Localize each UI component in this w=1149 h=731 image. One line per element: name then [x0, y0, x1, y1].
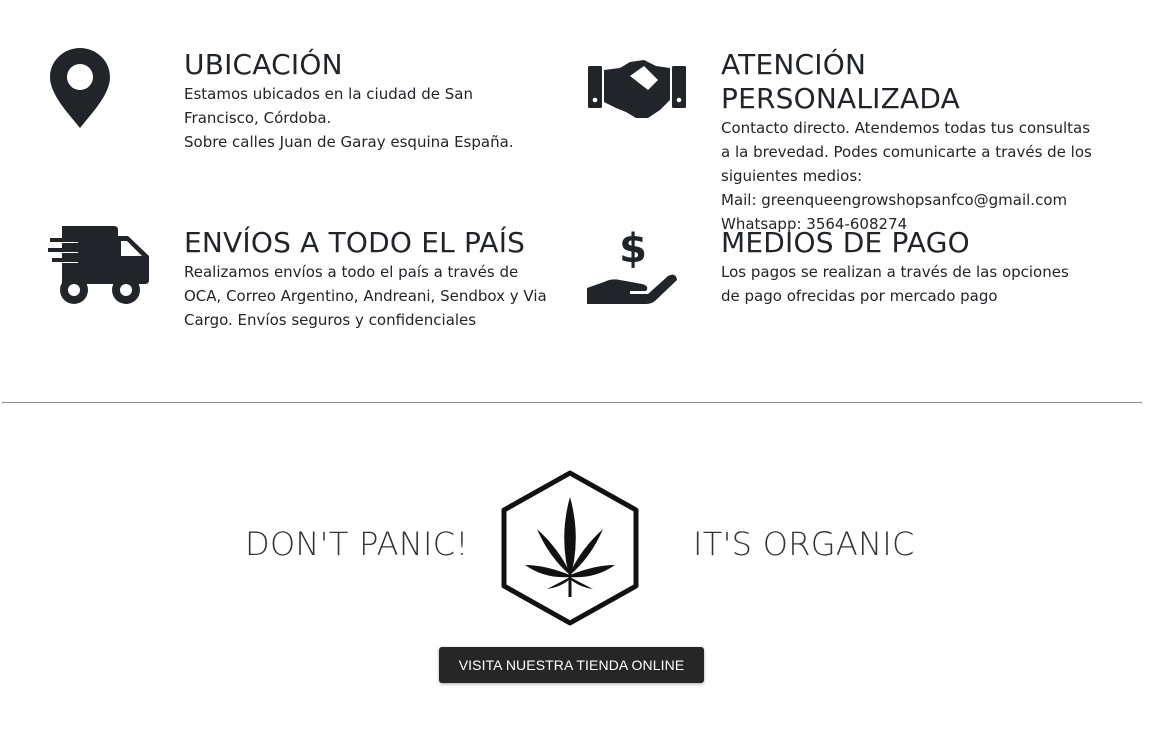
slogan-right: IT'S ORGANIC — [693, 525, 915, 563]
feature-title: MEDIOS DE PAGO — [721, 226, 970, 259]
contact-email: Mail: greenqueengrowshopsanfco@gmail.com — [721, 191, 1068, 209]
visit-online-store-label: VISITA NUESTRA TIENDA ONLINE — [458, 657, 685, 673]
feature-title: ATENCIÓN PERSONALIZADA — [721, 48, 960, 115]
map-pin-icon — [48, 46, 112, 130]
delivery-truck-icon — [48, 224, 152, 306]
feature-title: ENVÍOS A TODO EL PAÍS — [184, 226, 526, 259]
slogan-left: DON'T PANIC! — [245, 525, 469, 563]
cannabis-leaf-hexagon-icon — [499, 469, 641, 627]
feature-text: Los pagos se realizan a través de las op… — [721, 263, 1069, 305]
feature-text: Estamos ubicados en la ciudad de San Fra… — [184, 85, 473, 127]
feature-text: Sobre calles Juan de Garay esquina Españ… — [184, 133, 514, 151]
svg-text:$: $ — [619, 226, 647, 272]
handshake-icon — [586, 56, 688, 120]
section-divider — [2, 402, 1142, 403]
feature-text: Realizamos envíos a todo el país a travé… — [184, 263, 547, 329]
visit-online-store-button[interactable]: VISITA NUESTRA TIENDA ONLINE — [439, 647, 704, 683]
hand-holding-dollar-icon: $ — [586, 224, 678, 308]
feature-title: UBICACIÓN — [184, 48, 343, 81]
feature-text: Contacto directo. Atendemos todas tus co… — [721, 119, 1092, 185]
